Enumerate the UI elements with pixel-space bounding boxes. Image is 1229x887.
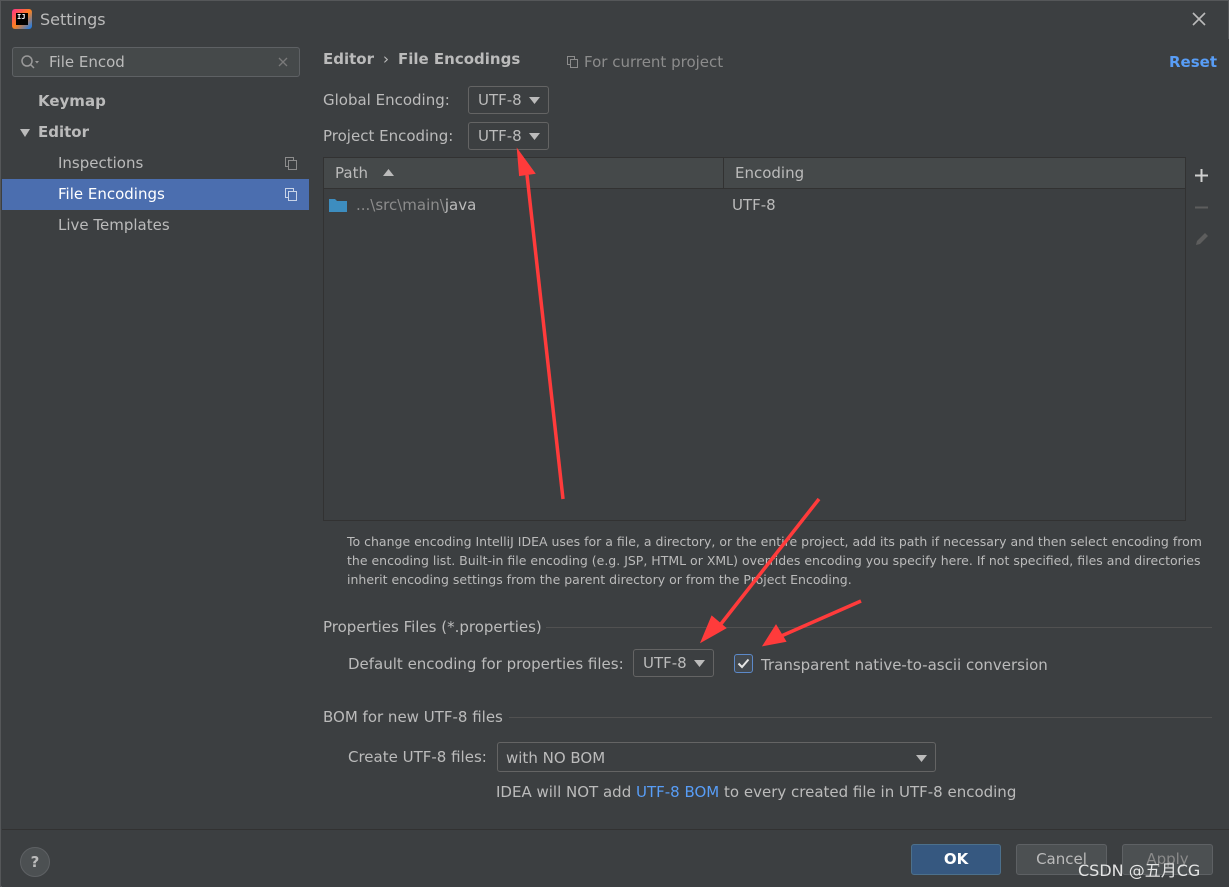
breadcrumb-separator: ›: [383, 50, 389, 68]
window-title: Settings: [40, 10, 106, 29]
native-to-ascii-label[interactable]: Transparent native-to-ascii conversion: [761, 656, 1048, 674]
path-encoding-table: Path Encoding ...\src\main\java UTF-8: [323, 157, 1186, 521]
sidebar-item-label: File Encodings: [58, 185, 165, 203]
create-utf8-label: Create UTF-8 files:: [348, 748, 487, 766]
dialog-footer: ? OK Cancel Apply: [2, 829, 1229, 887]
global-encoding-label: Global Encoding:: [323, 91, 450, 109]
project-encoding-label: Project Encoding:: [323, 127, 454, 145]
path-prefix: ...\src\main\: [356, 196, 445, 214]
breadcrumb-item-current: File Encodings: [398, 50, 521, 68]
chevron-down-icon: [529, 133, 540, 140]
close-button[interactable]: [1188, 8, 1210, 30]
global-encoding-select[interactable]: UTF-8: [468, 86, 549, 114]
global-encoding-value: UTF-8: [478, 91, 522, 109]
encoding-hint-text: To change encoding IntelliJ IDEA uses fo…: [347, 534, 1202, 587]
sidebar-item-live-templates[interactable]: Live Templates: [2, 210, 309, 241]
sidebar-item-label: Live Templates: [58, 216, 170, 234]
add-icon[interactable]: [1193, 167, 1210, 184]
settings-sidebar: Keymap Editor Inspections File Encodings…: [2, 39, 309, 829]
scope-label: For current project: [567, 53, 723, 71]
expanded-arrow-icon[interactable]: [20, 128, 30, 138]
sidebar-item-label: Editor: [38, 123, 89, 141]
project-encoding-select[interactable]: UTF-8: [468, 122, 549, 150]
chevron-down-icon: [694, 660, 705, 667]
properties-default-label: Default encoding for properties files:: [348, 655, 624, 673]
settings-search-box[interactable]: [12, 47, 300, 77]
reset-link[interactable]: Reset: [1169, 53, 1217, 71]
properties-encoding-select[interactable]: UTF-8: [633, 649, 714, 677]
create-utf8-select[interactable]: with NO BOM: [497, 742, 936, 772]
clear-search-icon[interactable]: [277, 56, 289, 68]
folder-icon: [329, 199, 347, 212]
settings-search-input[interactable]: [49, 52, 269, 72]
path-name: java: [444, 196, 477, 214]
table-header: Path Encoding: [324, 158, 1185, 189]
table-toolbar: [1185, 157, 1216, 521]
search-icon: [21, 55, 39, 69]
path-cell: ...\src\main\java: [329, 190, 476, 220]
chevron-down-icon: [916, 755, 927, 762]
sidebar-item-label: Keymap: [38, 92, 106, 110]
section-divider: [509, 717, 1212, 718]
section-divider: [546, 627, 1212, 628]
sidebar-item-file-encodings[interactable]: File Encodings: [2, 179, 309, 210]
encoding-cell[interactable]: UTF-8: [732, 190, 776, 220]
column-header-path[interactable]: Path: [324, 158, 724, 189]
checkmark-icon: [737, 658, 750, 669]
settings-window: IJ Settings Keymap Ed: [0, 0, 1229, 887]
column-header-encoding[interactable]: Encoding: [724, 158, 1185, 189]
chevron-down-icon: [529, 97, 540, 104]
project-scope-icon: [285, 188, 297, 201]
ok-button[interactable]: OK: [911, 844, 1001, 875]
sort-ascending-icon: [382, 169, 394, 176]
title-bar: IJ Settings: [1, 1, 1228, 39]
sidebar-item-inspections[interactable]: Inspections: [2, 148, 309, 179]
sidebar-item-keymap[interactable]: Keymap: [2, 86, 309, 117]
intellij-logo-icon: IJ: [12, 9, 32, 29]
remove-icon[interactable]: [1193, 199, 1210, 216]
breadcrumb-item[interactable]: Editor: [323, 50, 374, 68]
properties-encoding-value: UTF-8: [643, 654, 687, 672]
table-row[interactable]: ...\src\main\java UTF-8: [324, 190, 1185, 220]
native-to-ascii-checkbox[interactable]: [734, 654, 753, 673]
bom-note: IDEA will NOT add UTF-8 BOM to every cre…: [496, 783, 1017, 801]
edit-icon[interactable]: [1193, 231, 1210, 248]
project-scope-icon: [285, 157, 297, 170]
bom-section-title: BOM for new UTF-8 files: [323, 708, 503, 726]
breadcrumb: Editor › File Encodings: [323, 50, 520, 68]
properties-section-title: Properties Files (*.properties): [323, 618, 542, 636]
help-button[interactable]: ?: [20, 847, 50, 877]
close-icon: [1192, 12, 1206, 26]
project-scope-icon: [567, 56, 578, 68]
utf8-bom-link[interactable]: UTF-8 BOM: [636, 783, 719, 801]
sidebar-item-label: Inspections: [58, 154, 144, 172]
project-encoding-value: UTF-8: [478, 127, 522, 145]
create-utf8-value: with NO BOM: [506, 749, 606, 767]
sidebar-item-editor[interactable]: Editor: [2, 117, 309, 148]
watermark: CSDN @五月CG: [1078, 861, 1201, 880]
